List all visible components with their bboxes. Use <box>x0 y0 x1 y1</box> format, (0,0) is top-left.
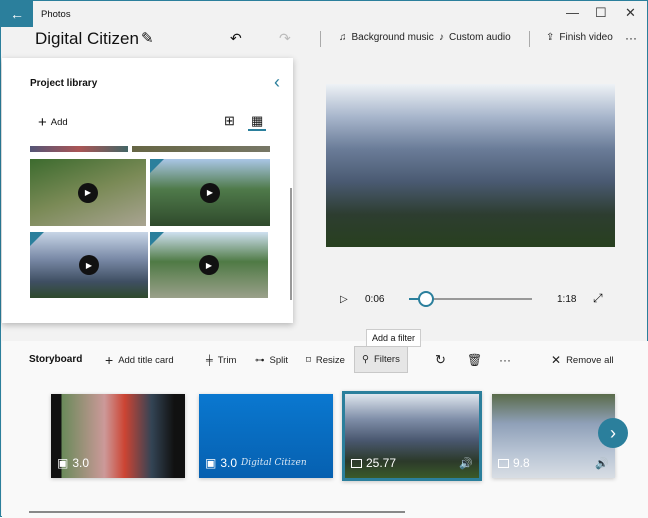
custom-audio-label: Custom audio <box>449 32 511 43</box>
undo-icon[interactable]: ↶ <box>230 30 242 47</box>
add-title-card-button[interactable]: + Add title card <box>105 352 174 368</box>
project-title[interactable]: Digital Citizen <box>35 29 139 49</box>
filters-label: Filters <box>373 354 400 365</box>
selected-corner <box>150 159 164 173</box>
background-music-label: Background music <box>351 32 434 43</box>
add-title-card-label: Add title card <box>118 354 174 366</box>
volume-icon[interactable]: 🔊 <box>595 457 609 470</box>
storyboard-title: Storyboard <box>29 354 83 365</box>
delete-button[interactable]: 🗑 <box>467 352 482 368</box>
storyboard-clip[interactable]: 9.8 🔊 <box>492 394 615 478</box>
play-icon: ▶ <box>199 255 219 275</box>
title-bar: ← Photos — ☐ ✕ <box>1 1 647 27</box>
media-thumbnail[interactable]: ▶ <box>150 159 270 226</box>
trim-button[interactable]: ╪ Trim <box>206 352 236 368</box>
fullscreen-icon[interactable]: ⤢ <box>593 291 603 306</box>
background-music-button[interactable]: ♫ Background music <box>339 32 434 43</box>
storyboard-scrollbar[interactable] <box>29 511 405 513</box>
filter-brush-icon: ⚲ <box>362 354 369 365</box>
play-button[interactable]: ▷ <box>340 294 348 305</box>
close-x-icon: ✕ <box>551 353 562 367</box>
play-icon: ▶ <box>79 255 99 275</box>
scroll-right-button[interactable]: › <box>598 418 628 448</box>
filters-button[interactable]: ⚲ Filters <box>354 346 408 373</box>
seek-thumb[interactable] <box>418 291 434 307</box>
filters-tooltip: Add a filter <box>366 329 422 347</box>
close-button[interactable]: ✕ <box>625 5 636 21</box>
title-card-caption: Digital Citizen <box>241 458 307 468</box>
more-options-button[interactable]: ··· <box>625 31 637 45</box>
clip-duration: 3.0 <box>72 456 90 470</box>
minimize-button[interactable]: — <box>566 5 579 20</box>
redo-icon[interactable]: ↷ <box>279 30 291 47</box>
edit-title-pencil-icon[interactable]: ✎ <box>141 29 154 47</box>
storyboard-clip[interactable]: ▣ 3.0 Digital Citizen <box>199 394 333 478</box>
media-thumbnail[interactable]: ▶ <box>150 232 268 298</box>
play-icon: ▶ <box>78 182 98 203</box>
seek-bar[interactable] <box>409 291 532 307</box>
resize-label: Resize <box>315 354 345 366</box>
rotate-button[interactable]: ↻ <box>435 352 446 368</box>
volume-icon[interactable]: 🔊 <box>459 457 473 470</box>
library-scrollbar[interactable] <box>290 188 292 300</box>
total-time: 1:18 <box>557 294 577 305</box>
more-label: ··· <box>499 353 511 367</box>
large-grid-view-icon[interactable]: ⊞ <box>224 113 235 129</box>
add-label: Add <box>50 117 68 128</box>
trim-icon: ╪ <box>206 354 213 366</box>
play-icon: ▶ <box>200 182 220 203</box>
project-library-panel: Project library ‹ + Add ⊞ ▦ ▶ ▶ ▶ ▶ <box>2 58 293 323</box>
plus-icon: + <box>105 352 114 368</box>
plus-icon: + <box>38 114 47 131</box>
resize-button[interactable]: ⌑ Resize <box>306 352 345 368</box>
trim-label: Trim <box>217 354 237 366</box>
media-thumbnail[interactable] <box>132 146 270 152</box>
rotate-icon: ↻ <box>435 352 446 367</box>
collapse-library-button[interactable]: ‹ <box>274 72 280 93</box>
video-icon <box>498 458 509 468</box>
remove-all-label: Remove all <box>566 354 614 366</box>
split-button[interactable]: ⊶ Split <box>255 352 288 368</box>
music-note-icon: ♫ <box>339 32 347 43</box>
active-view-indicator <box>248 129 266 131</box>
resize-icon: ⌑ <box>306 354 311 366</box>
divider <box>320 31 321 47</box>
photo-icon: ▣ <box>57 456 69 470</box>
add-media-button[interactable]: + Add <box>38 114 68 131</box>
custom-audio-icon: ♪ <box>439 32 444 43</box>
title-card-icon: ▣ <box>205 456 217 470</box>
split-label: Split <box>269 354 288 366</box>
maximize-button[interactable]: ☐ <box>595 5 607 21</box>
storyboard-clip[interactable]: ▣ 3.0 <box>51 394 185 478</box>
app-name: Photos <box>41 9 71 20</box>
media-thumbnail[interactable]: ▶ <box>30 159 146 226</box>
media-thumbnail[interactable]: ▶ <box>30 232 148 298</box>
current-time: 0:06 <box>365 294 385 305</box>
small-grid-view-icon[interactable]: ▦ <box>251 113 263 129</box>
storyboard-more-button[interactable]: ··· <box>499 352 511 368</box>
clip-duration: 25.77 <box>366 456 397 470</box>
remove-all-button[interactable]: ✕ Remove all <box>551 352 614 368</box>
storyboard-clip-selected[interactable]: 25.77 🔊 <box>342 391 482 481</box>
clip-duration: 3.0 <box>220 456 238 470</box>
back-button[interactable]: ← <box>1 1 33 27</box>
divider <box>529 31 530 47</box>
finish-video-label: Finish video <box>559 32 613 43</box>
share-icon: ⇪ <box>546 32 555 43</box>
library-title: Project library <box>30 78 98 89</box>
photos-window: ← Photos — ☐ ✕ Digital Citizen ✎ ↶ ↷ ♫ Ba… <box>0 0 648 518</box>
video-preview[interactable] <box>326 84 615 247</box>
custom-audio-button[interactable]: ♪ Custom audio <box>439 32 511 43</box>
video-icon <box>351 458 362 468</box>
clip-duration: 9.8 <box>513 456 530 470</box>
trash-icon: 🗑 <box>467 353 483 367</box>
split-icon: ⊶ <box>255 354 265 366</box>
finish-video-button[interactable]: ⇪ Finish video <box>546 32 613 43</box>
media-thumbnail[interactable] <box>30 146 128 152</box>
selected-corner <box>30 232 44 246</box>
selected-corner <box>150 232 164 246</box>
